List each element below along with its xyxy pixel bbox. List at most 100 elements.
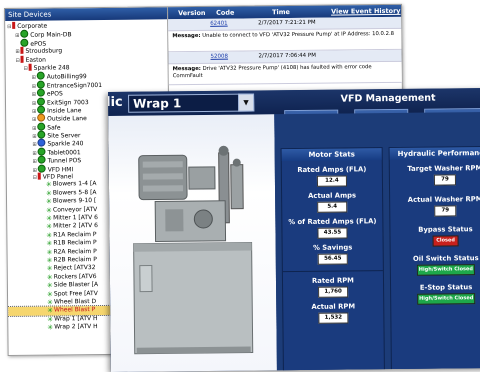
device-status-icon (20, 30, 28, 38)
vfd-drive-icon: ✳ (46, 198, 52, 206)
motor-stats-title: Motor Stats (282, 148, 382, 161)
vfd-management-window: lic Wrap 1 ▼ VFD Management Configure Lo… (108, 88, 480, 372)
vfd-drive-icon: ✳ (47, 282, 53, 290)
device-status-icon (20, 39, 28, 47)
tree-item-label: Sparkle 248 (34, 64, 70, 71)
tree-item-label: Spot Free [ATV (54, 290, 98, 297)
column-time: Time (272, 6, 290, 18)
event-row[interactable]: 52008 2/7/2017 7:06:44 PM (168, 50, 401, 64)
motor-stats-panel: Motor Stats Rated Amps (FLA) 12.4 Actual… (281, 147, 385, 372)
tree-item-label: R2B Reclaim P (53, 256, 96, 263)
tree-item-label: Mitter 1 [ATV 6 (53, 214, 98, 221)
device-status-icon (37, 72, 45, 80)
chevron-down-icon[interactable]: ▼ (238, 93, 254, 111)
savings-label: % Savings (283, 243, 383, 252)
tree-item-label: Stroudsburg (25, 48, 62, 55)
vfd-unit-photo (108, 114, 277, 372)
event-row[interactable]: 62401 2/7/2017 7:21:21 PM (168, 17, 401, 31)
tree-item-label: Conveyor [ATV (53, 206, 97, 213)
oil-switch-status-badge: High/Switch Closed (417, 264, 475, 276)
rated-rpm-value: 1,760 (318, 286, 348, 297)
tree-item-label: Blowers 1-4 [A (53, 180, 97, 187)
estop-status-label: E-Stop Status (391, 283, 480, 292)
tree-item-label: R1A Reclaim P (53, 231, 96, 238)
device-select[interactable]: Wrap 1 ▼ (128, 93, 254, 112)
target-washer-rpm-label: Target Washer RPM (390, 164, 480, 173)
vfd-drive-icon: ✳ (46, 240, 52, 248)
site-flag-icon (20, 55, 23, 62)
rated-amps-label: Rated Amps (FLA) (282, 165, 382, 174)
tree-item-label: Wrap 1 [ATV H (54, 315, 97, 322)
vfd-drive-icon: ✳ (46, 214, 52, 222)
device-status-icon (37, 105, 45, 113)
device-title-bar: lic Wrap 1 ▼ (108, 90, 274, 116)
actual-amps-label: Actual Amps (282, 191, 382, 200)
vfd-drive-icon: ✳ (47, 298, 53, 306)
event-message: Message: Drive 'ATV32 Pressure Pump' (41… (169, 62, 402, 85)
device-status-icon (37, 114, 45, 122)
device-status-icon (37, 80, 45, 88)
tree-item-label: Blowers 5-8 [A (53, 189, 97, 196)
site-flag-icon (20, 47, 23, 54)
actual-rpm-label: Actual RPM (283, 302, 383, 311)
rated-rpm-label: Rated RPM (283, 276, 383, 285)
tree-item-label: VFD Panel (43, 173, 73, 180)
site-flag-icon (29, 64, 32, 71)
vfd-drive-icon: ✳ (47, 290, 53, 298)
actual-rpm-value: 1,532 (318, 312, 348, 323)
bypass-status-label: Bypass Status (390, 225, 480, 234)
oil-switch-status-label: Oil Switch Status (391, 254, 480, 263)
view-event-history-link[interactable]: View Event History (331, 5, 401, 18)
vfd-drive-icon: ✳ (47, 273, 53, 281)
actual-amps-value: 5.4 (317, 202, 347, 213)
vfd-drive-icon: ✳ (47, 315, 53, 323)
percent-rated-amps-label: % of Rated Amps (FLA) (282, 217, 382, 226)
device-status-icon (38, 156, 46, 164)
hydraulic-performance-panel: Hydraulic Performanc Target Washer RPM 7… (389, 146, 480, 372)
column-version: Version (178, 7, 206, 19)
vfd-drive-icon: ✳ (47, 324, 53, 332)
tree-item-label: Corporate (17, 23, 47, 30)
tree-item-label: Wheel Blast P (54, 306, 95, 313)
vfd-drive-icon: ✳ (46, 206, 52, 214)
event-code-link[interactable]: 52008 (210, 52, 228, 63)
pump-unit-image (108, 114, 277, 372)
tree-item-label: Wheel Blast D (54, 298, 96, 305)
event-message-text: Drive 'ATV32 Pressure Pump' (4108) has f… (173, 64, 372, 79)
vfd-drive-icon: ✳ (46, 223, 52, 231)
device-status-icon (37, 147, 45, 155)
tree-item-label: Side Blaster [A (54, 281, 98, 288)
actual-washer-rpm-value: 79 (434, 205, 456, 216)
event-code-link[interactable]: 62401 (210, 19, 228, 30)
target-washer-rpm-value: 79 (434, 174, 456, 185)
estop-status-badge: High/Switch Closed (417, 293, 475, 305)
device-status-icon (37, 122, 45, 130)
tree-item-label: Blowers 9-10 [ (53, 197, 96, 204)
vfd-management-title: VFD Management (298, 92, 478, 105)
tree-item-label: Wrap 2 [ATV H (54, 323, 97, 330)
site-flag-icon (12, 22, 15, 29)
tree-item-label: R2A Reclaim P (53, 248, 96, 255)
tree-item-label: Mitter 2 [ATV 6 (53, 222, 98, 229)
device-title-partial: lic (108, 92, 123, 114)
stats-area: Motor Stats Rated Amps (FLA) 12.4 Actual… (274, 112, 480, 372)
vfd-drive-icon: ✳ (47, 248, 53, 256)
tree-item-label: R1B Reclaim P (53, 239, 96, 246)
tree-item-label: Rockers [ATV6 (54, 273, 97, 280)
vfd-drive-icon: ✳ (47, 265, 53, 273)
bypass-status-badge: Closed (433, 235, 459, 246)
actual-washer-rpm-label: Actual Washer RPM (390, 195, 480, 204)
vfd-drive-icon: ✳ (46, 231, 52, 239)
vfd-drive-icon: ✳ (46, 181, 52, 189)
savings-value: 56.45 (318, 253, 348, 264)
device-select-value: Wrap 1 (133, 96, 181, 111)
device-status-icon (37, 97, 45, 105)
percent-rated-amps-value: 43.55 (317, 228, 347, 239)
device-status-icon (38, 164, 46, 172)
tree-item-label: Easton (26, 56, 46, 63)
event-message-label: Message: (173, 66, 201, 72)
vfd-drive-icon: ✳ (47, 256, 53, 264)
device-status-icon (37, 131, 45, 139)
tree-item-label: Reject [ATV32 (54, 264, 96, 271)
column-code: Code (216, 7, 234, 19)
